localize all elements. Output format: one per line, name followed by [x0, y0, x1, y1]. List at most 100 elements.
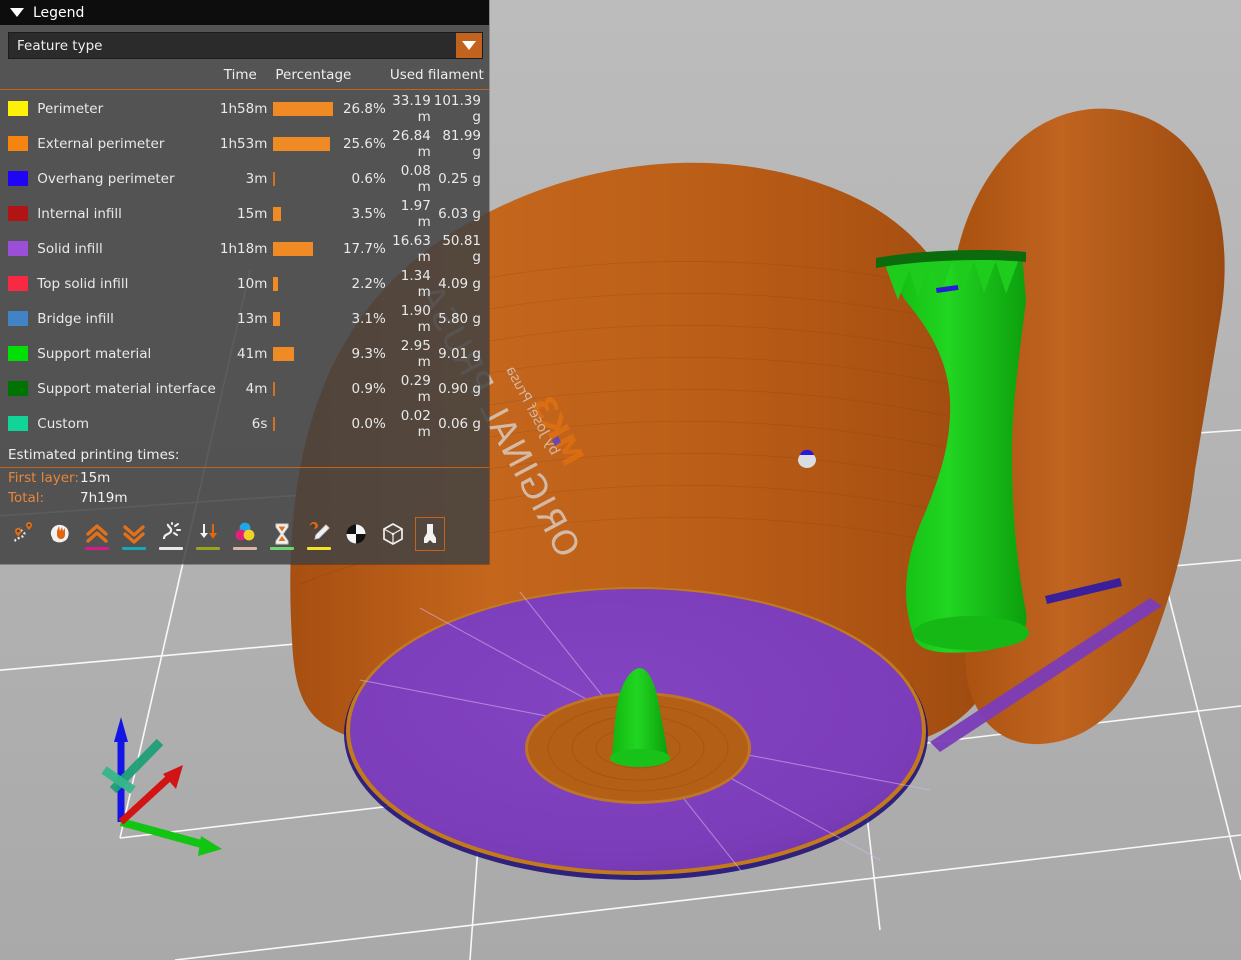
feature-percentage: 3.5%	[351, 205, 386, 222]
feature-weight: 81.99 g	[442, 127, 481, 160]
custom-gcodes-icon[interactable]	[302, 515, 336, 553]
deretractions-icon[interactable]	[80, 515, 114, 553]
feature-length: 1.34 m	[400, 267, 431, 300]
pause-prints-icon[interactable]	[265, 515, 299, 553]
feature-percentage: 3.1%	[351, 310, 386, 327]
col-header-used-filament: Used filament	[389, 67, 484, 83]
feature-name: Overhang perimeter	[37, 170, 175, 187]
feature-percentage-bar	[273, 406, 341, 441]
feature-name: Perimeter	[37, 100, 104, 117]
feature-weight: 0.90 g	[438, 380, 481, 397]
feature-time: 3m	[245, 170, 268, 187]
feature-percentage: 26.8%	[342, 100, 386, 117]
feature-length: 0.02 m	[400, 407, 431, 440]
legend-row[interactable]: Support material interface 4m 0.9% 0.29 m 0.…	[0, 371, 489, 406]
feature-time: 1h18m	[219, 240, 268, 257]
feature-time: 4m	[245, 380, 268, 397]
estimated-times-heading: Estimated printing times:	[8, 447, 180, 463]
feature-color-swatch	[0, 196, 31, 231]
feature-color-swatch	[0, 126, 31, 161]
view-type-dropdown[interactable]: Feature type	[8, 32, 483, 59]
feature-time: 1h53m	[219, 135, 268, 152]
feature-weight: 6.03 g	[438, 205, 481, 222]
feature-length: 2.95 m	[400, 337, 431, 370]
col-header-time: Time	[223, 67, 257, 83]
feature-percentage-bar	[273, 196, 341, 231]
feature-name: Top solid infill	[37, 275, 129, 292]
feature-weight: 101.39 g	[433, 92, 481, 125]
feature-time: 6s	[251, 415, 268, 432]
feature-percentage-bar	[273, 231, 341, 266]
feature-name: Solid infill	[37, 240, 103, 257]
feature-time: 41m	[237, 345, 268, 362]
legend-row[interactable]: Internal infill 15m 3.5% 1.97 m 6.03 g	[0, 196, 489, 231]
feature-time: 13m	[237, 310, 268, 327]
feature-percentage: 0.9%	[351, 380, 386, 397]
legend-toolbar-icon[interactable]	[376, 515, 410, 553]
legend-row[interactable]: Solid infill 1h18m 17.7% 16.63 m 50.81 g	[0, 231, 489, 266]
feature-length: 16.63 m	[392, 232, 431, 265]
estimated-time-row: Total: 7h19m	[0, 488, 489, 508]
feature-weight: 0.06 g	[438, 415, 481, 432]
preview-toolbar[interactable]	[0, 508, 489, 564]
feature-percentage: 0.0%	[351, 415, 386, 432]
feature-length: 1.97 m	[400, 197, 431, 230]
shells-icon[interactable]	[339, 515, 373, 553]
tool-changes-icon[interactable]	[191, 515, 225, 553]
feature-name: Support material interface	[37, 380, 216, 397]
feature-name: Bridge infill	[37, 310, 114, 327]
feature-percentage-bar	[273, 266, 341, 301]
feature-percentage: 25.6%	[342, 135, 386, 152]
feature-name: Custom	[37, 415, 90, 432]
feature-weight: 0.25 g	[438, 170, 481, 187]
feature-weight: 4.09 g	[438, 275, 481, 292]
legend-title-bar[interactable]: Legend	[0, 0, 489, 25]
feature-percentage-bar	[273, 371, 341, 406]
color-changes-icon[interactable]	[228, 515, 262, 553]
estimated-time-row: First layer: 15m	[0, 468, 489, 488]
legend-row[interactable]: Custom 6s 0.0% 0.02 m 0.06 g	[0, 406, 489, 441]
legend-row[interactable]: Top solid infill 10m 2.2% 1.34 m 4.09 g	[0, 266, 489, 301]
feature-name: Internal infill	[37, 205, 122, 222]
feature-percentage-bar	[273, 91, 341, 126]
feature-length: 0.29 m	[400, 372, 431, 405]
feature-percentage: 9.3%	[351, 345, 386, 362]
seams-icon[interactable]	[117, 515, 151, 553]
feature-length: 0.08 m	[400, 162, 431, 195]
triangle-down-icon[interactable]	[10, 8, 24, 17]
legend-row[interactable]: External perimeter 1h53m 25.6% 26.84 m 81.99…	[0, 126, 489, 161]
legend-row[interactable]: Perimeter 1h58m 26.8% 33.19 m 101.39 g	[0, 91, 489, 126]
feature-percentage-bar	[273, 336, 341, 371]
estimated-time-value: 7h19m	[80, 490, 128, 506]
legend-row[interactable]: Support material 41m 9.3% 2.95 m 9.01 g	[0, 336, 489, 371]
view-type-selected-value: Feature type	[17, 37, 103, 54]
col-header-feature	[0, 65, 216, 87]
legend-row[interactable]: Bridge infill 13m 3.1% 1.90 m 5.80 g	[0, 301, 489, 336]
estimated-time-value: 15m	[80, 470, 111, 486]
feature-type-table: Time Percentage Used filament Perimeter 1…	[0, 65, 489, 441]
feature-time: 15m	[237, 205, 268, 222]
feature-percentage: 2.2%	[351, 275, 386, 292]
feature-percentage-bar	[273, 126, 341, 161]
legend-title-label: Legend	[33, 4, 85, 21]
feature-color-swatch	[0, 266, 31, 301]
feature-color-swatch	[0, 406, 31, 441]
legend-panel[interactable]: Legend Feature type Time Percentage Used…	[0, 0, 489, 564]
tool-marker-icon[interactable]	[413, 515, 447, 553]
feature-percentage: 0.6%	[351, 170, 386, 187]
feature-weight: 50.81 g	[442, 232, 481, 265]
feature-weight: 9.01 g	[438, 345, 481, 362]
feature-color-swatch	[0, 301, 31, 336]
legend-row[interactable]: Overhang perimeter 3m 0.6% 0.08 m 0.25 g	[0, 161, 489, 196]
chevron-down-icon[interactable]	[456, 33, 482, 58]
travel-paths-icon[interactable]	[6, 515, 40, 553]
feature-percentage-bar	[273, 301, 341, 336]
retractions-icon[interactable]	[43, 515, 77, 553]
estimated-time-label: First layer:	[8, 470, 79, 486]
feature-name: External perimeter	[37, 135, 165, 152]
wipe-icon[interactable]	[154, 515, 188, 553]
feature-time: 10m	[237, 275, 268, 292]
feature-length: 33.19 m	[392, 92, 431, 125]
feature-percentage-bar	[273, 161, 341, 196]
feature-color-swatch	[0, 371, 31, 406]
